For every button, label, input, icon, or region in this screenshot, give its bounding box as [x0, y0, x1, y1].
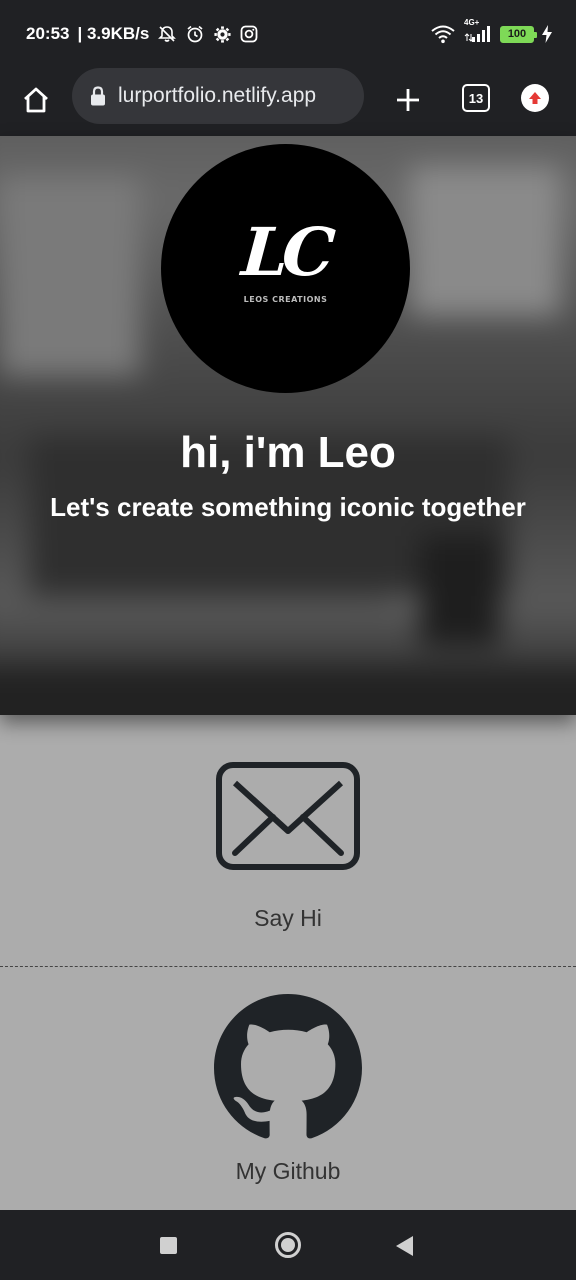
lock-icon [90, 86, 106, 106]
status-bar: 20:53 | 3.9KB/s 4G+ 100 [0, 0, 576, 68]
tab-switcher-button[interactable]: 13 [462, 84, 490, 112]
tab-count: 13 [468, 90, 484, 106]
update-button[interactable] [521, 84, 549, 112]
hero-section: LC LEOS CREATIONS hi, i'm Leo Let's crea… [0, 136, 576, 715]
home-circle-icon[interactable] [275, 1232, 301, 1258]
envelope-icon[interactable] [215, 761, 361, 871]
battery-indicator: 100 [500, 25, 537, 43]
network-type: 4G+ [464, 18, 480, 27]
settings-gear-icon [213, 25, 232, 44]
status-time: 20:53 [26, 24, 70, 43]
address-bar[interactable]: lurportfolio.netlify.app [72, 68, 364, 124]
plus-icon [397, 89, 419, 111]
recents-square-icon[interactable] [160, 1237, 177, 1254]
signal-icon: 4G+ [464, 18, 492, 44]
charging-bolt-icon [542, 25, 552, 43]
system-nav-bar [0, 1210, 576, 1280]
status-left: 20:53 | 3.9KB/s [26, 24, 258, 44]
status-right: 4G+ 100 [430, 18, 552, 44]
my-github-label[interactable]: My Github [0, 1158, 576, 1185]
battery-level: 100 [507, 28, 527, 40]
say-hi-label[interactable]: Say Hi [0, 905, 576, 932]
browser-toolbar: lurportfolio.netlify.app 13 [0, 68, 576, 136]
url-text: lurportfolio.netlify.app [118, 84, 317, 107]
logo-subtext: LEOS CREATIONS [243, 295, 328, 304]
hero-subtitle: Let's create something iconic together [50, 492, 526, 522]
email-link-card[interactable]: Say Hi [0, 715, 576, 967]
home-icon [24, 87, 48, 113]
home-button[interactable] [16, 80, 56, 120]
update-arrow-icon [529, 92, 541, 104]
new-tab-button[interactable] [388, 80, 428, 120]
status-speed: | 3.9KB/s [77, 24, 150, 43]
alarm-icon [185, 24, 205, 44]
wifi-icon [430, 24, 456, 44]
bell-off-icon [157, 24, 177, 44]
instagram-icon [240, 25, 258, 43]
avatar: LC LEOS CREATIONS [161, 144, 410, 393]
logo-text: LC [239, 213, 332, 291]
hero-title: hi, i'm Leo [180, 428, 396, 477]
github-icon[interactable] [214, 994, 362, 1142]
github-link-card[interactable]: My Github [0, 968, 576, 1210]
back-triangle-icon[interactable] [396, 1236, 413, 1256]
